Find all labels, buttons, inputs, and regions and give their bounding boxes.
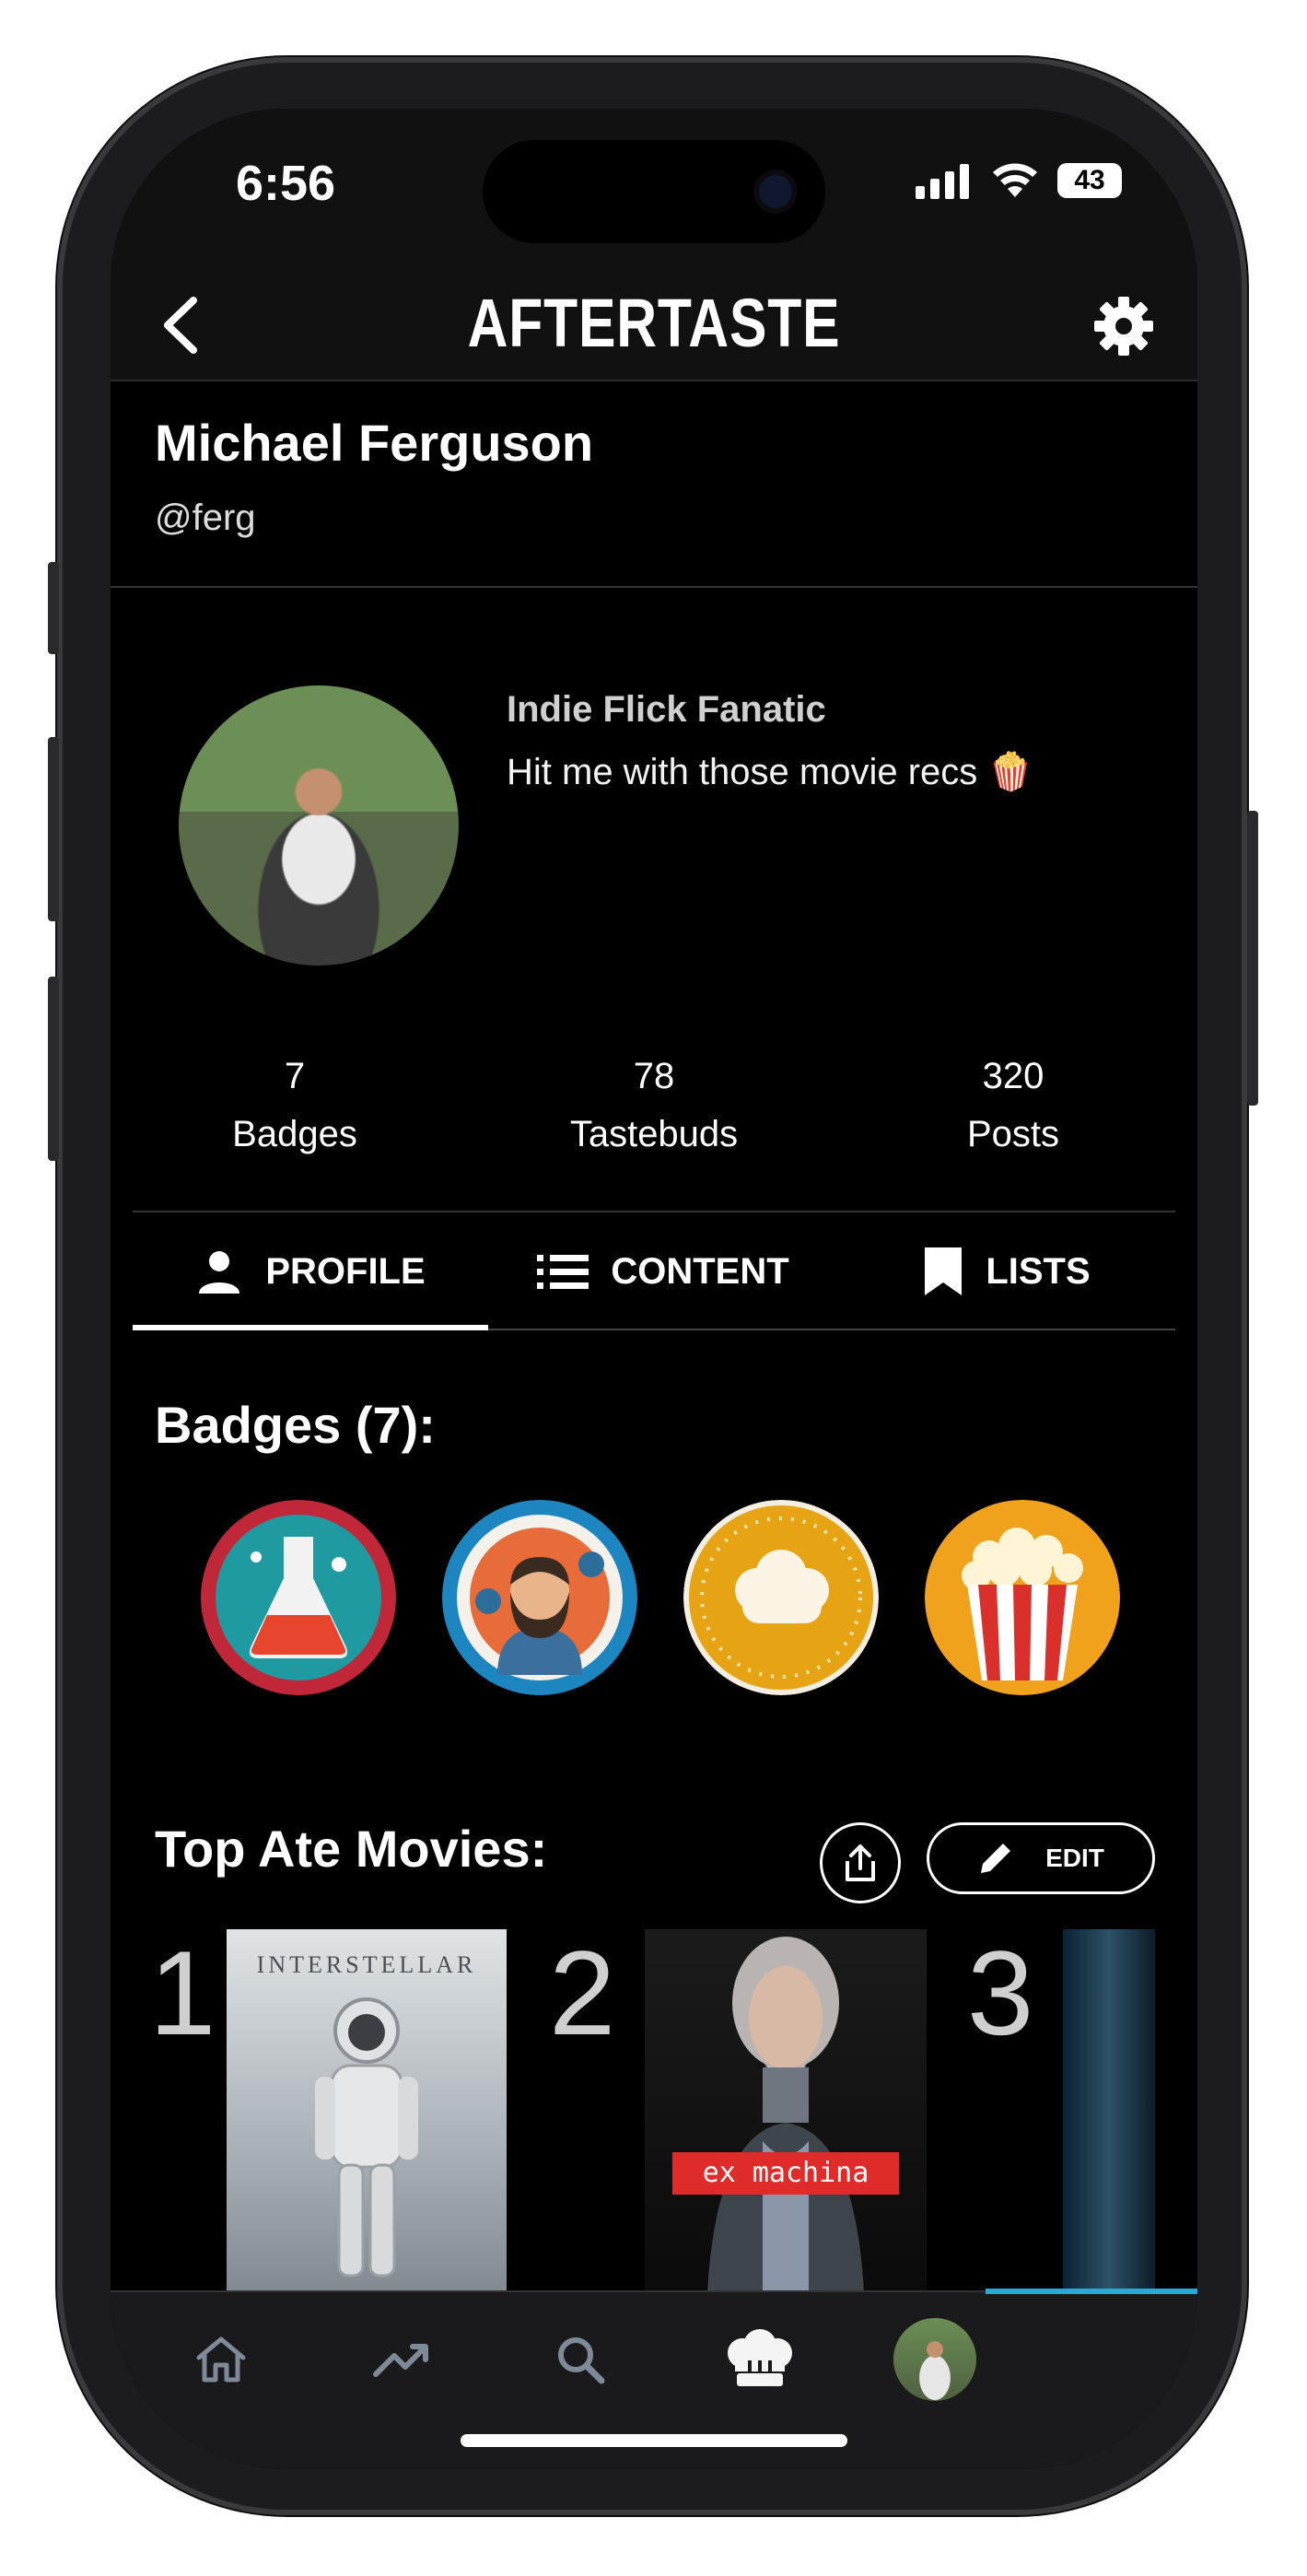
signal-icon	[916, 164, 969, 199]
home-indicator	[461, 2434, 847, 2447]
scientist-badge-icon[interactable]	[442, 1500, 637, 1695]
power-button	[1247, 811, 1258, 1106]
nav-search[interactable]	[539, 2318, 622, 2401]
search-icon	[558, 2337, 605, 2384]
top-movies-title: Top Ate Movies:	[155, 1820, 548, 1878]
poster-title: INTERSTELLAR	[256, 1951, 477, 1978]
bookmark-icon	[925, 1247, 963, 1295]
stat-badges[interactable]: 7 Badges	[157, 1056, 433, 1155]
list-icon	[537, 1255, 589, 1289]
volume-down-button	[48, 977, 59, 1161]
divider	[111, 586, 1197, 588]
stat-value: 320	[982, 1056, 1044, 1096]
camera-icon	[759, 175, 792, 208]
tab-content[interactable]: CONTENT	[488, 1214, 838, 1329]
trending-icon	[373, 2344, 428, 2377]
tab-profile[interactable]: PROFILE	[133, 1214, 488, 1329]
tab-label: CONTENT	[611, 1250, 789, 1292]
action-button	[48, 562, 59, 654]
avatar	[179, 685, 459, 966]
bio-title: Indie Flick Fanatic	[507, 689, 826, 730]
movie-poster-3[interactable]	[1063, 1929, 1155, 2292]
screen: 6:56 43 AFTERTASTE Michael Ferguson @fer…	[111, 109, 1197, 2469]
stat-label: Tastebuds	[569, 1114, 739, 1154]
tab-label: PROFILE	[265, 1250, 426, 1292]
person-icon	[199, 1251, 240, 1294]
app-header: AFTERTASTE	[111, 271, 1197, 381]
battery-icon: 43	[1057, 163, 1122, 198]
divider	[133, 1211, 1175, 1212]
cloud-badge-icon[interactable]	[683, 1500, 879, 1695]
gear-icon[interactable]	[1091, 293, 1157, 359]
active-nav-indicator	[986, 2289, 1197, 2294]
nav-cook[interactable]	[718, 2318, 801, 2401]
movie-rank: 2	[549, 1926, 616, 2060]
tab-label: LISTS	[986, 1250, 1091, 1292]
wifi-icon	[993, 163, 1037, 197]
share-icon	[846, 1844, 875, 1881]
bottom-nav	[111, 2289, 1197, 2469]
stat-posts[interactable]: 320 Posts	[875, 1056, 1151, 1155]
app-title: AFTERTASTE	[467, 285, 841, 361]
active-tab-indicator	[133, 1325, 488, 1330]
home-icon	[196, 2336, 246, 2383]
volume-up-button	[48, 737, 59, 921]
pencil-icon	[981, 1844, 1011, 1873]
nav-profile[interactable]	[893, 2318, 976, 2401]
movie-poster-2[interactable]: ex machina	[645, 1929, 927, 2292]
back-icon[interactable]	[155, 293, 210, 357]
popcorn-badge-icon[interactable]	[925, 1500, 1120, 1695]
movie-rank: 1	[149, 1926, 216, 2060]
profile-tabs: PROFILE CONTENT LISTS	[133, 1214, 1175, 1330]
status-icons: 43	[916, 162, 1122, 199]
bio-text: Hit me with those movie recs 🍿	[507, 752, 1034, 792]
status-bar: 6:56 43	[111, 109, 1197, 271]
stat-label: Badges	[232, 1114, 357, 1154]
share-button[interactable]	[820, 1822, 901, 1903]
poster-title: ex machina	[672, 2152, 899, 2195]
nav-trending[interactable]	[361, 2318, 444, 2401]
flask-badge-icon[interactable]	[201, 1500, 396, 1695]
edit-label: EDIT	[1045, 1844, 1104, 1872]
dynamic-island	[483, 140, 825, 243]
nav-home[interactable]	[180, 2318, 263, 2401]
badges-title: Badges (7):	[155, 1396, 436, 1454]
stat-label: Posts	[966, 1114, 1060, 1154]
chef-hat-icon	[728, 2329, 792, 2386]
stat-tastebuds[interactable]: 78 Tastebuds	[516, 1056, 792, 1155]
robot-figure	[707, 1937, 864, 2292]
tab-lists[interactable]: LISTS	[838, 1214, 1175, 1329]
user-name: Michael Ferguson	[155, 414, 594, 472]
edit-button[interactable]: EDIT	[927, 1822, 1155, 1894]
status-time: 6:56	[236, 156, 336, 211]
astronaut-figure	[315, 1997, 418, 2277]
user-handle: @ferg	[155, 498, 256, 538]
movie-rank: 3	[967, 1926, 1034, 2060]
profile-avatar-icon	[893, 2318, 976, 2401]
stat-value: 7	[284, 1056, 306, 1096]
stat-value: 78	[633, 1056, 675, 1096]
movie-poster-1[interactable]: INTERSTELLAR	[227, 1929, 507, 2292]
